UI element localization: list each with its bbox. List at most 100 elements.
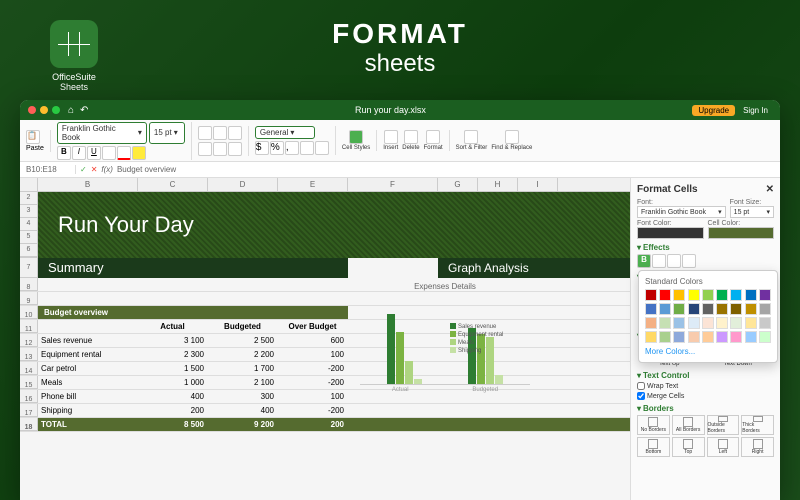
border-button[interactable]: Thick Borders [741, 415, 774, 435]
color-swatch[interactable] [673, 331, 685, 343]
align-mid-button[interactable] [213, 126, 227, 140]
border-button[interactable]: All Borders [672, 415, 705, 435]
color-swatch[interactable] [716, 317, 728, 329]
upgrade-button[interactable]: Upgrade [692, 105, 735, 116]
find-button[interactable]: Find & Replace [491, 130, 532, 151]
comma-button[interactable]: , [285, 141, 299, 155]
color-swatch[interactable] [716, 303, 728, 315]
sb-font-select[interactable]: Franklin Gothic Book▾ [637, 206, 726, 218]
align-center-button[interactable] [213, 142, 227, 156]
close-icon[interactable] [28, 106, 36, 114]
color-swatch[interactable] [716, 331, 728, 343]
numformat-select[interactable]: General▾ [255, 126, 315, 139]
strike-button[interactable] [102, 146, 116, 160]
align-top-button[interactable] [198, 126, 212, 140]
sb-fontcolor[interactable] [637, 227, 704, 239]
border-button[interactable]: Top [672, 437, 705, 457]
color-swatch[interactable] [745, 331, 757, 343]
insert-button[interactable]: Insert [383, 130, 398, 151]
wrap-checkbox[interactable] [637, 382, 645, 390]
undo-icon[interactable]: ↶ [80, 105, 88, 116]
formula-input[interactable]: Budget overview [117, 165, 176, 174]
color-swatch[interactable] [702, 317, 714, 329]
home-icon[interactable]: ⌂ [68, 105, 74, 116]
color-swatch[interactable] [730, 317, 742, 329]
color-swatch[interactable] [745, 317, 757, 329]
color-swatch[interactable] [645, 331, 657, 343]
signin-button[interactable]: Sign In [739, 105, 772, 116]
color-swatch[interactable] [688, 289, 700, 301]
cancel-icon[interactable]: ✕ [91, 165, 98, 174]
border-button[interactable]: Right [741, 437, 774, 457]
color-swatch[interactable] [702, 303, 714, 315]
color-swatch[interactable] [645, 303, 657, 315]
delete-button[interactable]: Delete [402, 130, 419, 151]
sb-bold[interactable]: B [637, 254, 651, 268]
color-swatch[interactable] [659, 331, 671, 343]
color-swatch[interactable] [745, 303, 757, 315]
align-left-button[interactable] [198, 142, 212, 156]
confirm-icon[interactable]: ✓ [80, 165, 87, 174]
close-panel-icon[interactable]: ✕ [766, 184, 774, 195]
table-row[interactable]: 12Sales revenue3 1002 500600 [20, 334, 630, 348]
sb-italic[interactable] [652, 254, 666, 268]
maximize-icon[interactable] [52, 106, 60, 114]
color-swatch[interactable] [759, 317, 771, 329]
paste-button[interactable]: 📋 [26, 130, 44, 144]
percent-button[interactable]: % [270, 141, 284, 155]
table-row[interactable]: 16Phone bill400300100 [20, 390, 630, 404]
cellstyles-button[interactable]: Cell Styles [342, 130, 370, 151]
color-swatch[interactable] [759, 289, 771, 301]
border-button[interactable]: Outside Borders [707, 415, 740, 435]
sb-underline[interactable] [667, 254, 681, 268]
color-swatch[interactable] [645, 317, 657, 329]
chevron-down-icon[interactable]: ▾ [637, 243, 641, 252]
currency-button[interactable]: $ [255, 141, 269, 155]
border-button[interactable]: Bottom [637, 437, 670, 457]
color-swatch[interactable] [716, 289, 728, 301]
cell-reference[interactable]: B10:E18 [26, 165, 76, 174]
sb-strike[interactable] [682, 254, 696, 268]
color-swatch[interactable] [673, 289, 685, 301]
color-swatch[interactable] [673, 317, 685, 329]
border-button[interactable]: Left [707, 437, 740, 457]
sb-cellcolor[interactable] [708, 227, 775, 239]
merge-checkbox[interactable] [637, 392, 645, 400]
table-row[interactable]: 17Shipping200400-200 [20, 404, 630, 418]
align-bot-button[interactable] [228, 126, 242, 140]
color-swatch[interactable] [659, 303, 671, 315]
table-row[interactable]: 15Meals1 0002 100-200 [20, 376, 630, 390]
border-button[interactable]: No Borders [637, 415, 670, 435]
color-swatch[interactable] [659, 289, 671, 301]
bold-button[interactable]: B [57, 146, 71, 160]
color-swatch[interactable] [730, 303, 742, 315]
color-swatch[interactable] [702, 331, 714, 343]
table-row[interactable]: 13Equipment rental2 3002 200100 [20, 348, 630, 362]
color-swatch[interactable] [759, 303, 771, 315]
dec-decimal-button[interactable] [315, 141, 329, 155]
color-swatch[interactable] [688, 317, 700, 329]
italic-button[interactable]: I [72, 146, 86, 160]
color-swatch[interactable] [688, 331, 700, 343]
color-swatch[interactable] [645, 289, 657, 301]
sort-button[interactable]: Sort & Filter [456, 130, 488, 151]
color-swatch[interactable] [759, 331, 771, 343]
align-right-button[interactable] [228, 142, 242, 156]
font-select[interactable]: Franklin Gothic Book▾ [57, 122, 147, 144]
color-swatch[interactable] [673, 303, 685, 315]
fontsize-select[interactable]: 15 pt▾ [149, 122, 185, 144]
underline-button[interactable]: U [87, 146, 101, 160]
table-row[interactable]: 14Car petrol1 5001 700-200 [20, 362, 630, 376]
fontcolor-button[interactable] [117, 146, 131, 160]
color-swatch[interactable] [745, 289, 757, 301]
fillcolor-button[interactable] [132, 146, 146, 160]
more-colors-button[interactable]: More Colors... [645, 347, 771, 356]
color-swatch[interactable] [688, 303, 700, 315]
minimize-icon[interactable] [40, 106, 48, 114]
inc-decimal-button[interactable] [300, 141, 314, 155]
color-swatch[interactable] [730, 331, 742, 343]
sb-size-select[interactable]: 15 pt▾ [730, 206, 774, 218]
spreadsheet[interactable]: BCDEFGHI 23456Run Your Day 7SummaryGraph… [20, 178, 630, 500]
color-swatch[interactable] [702, 289, 714, 301]
format-button[interactable]: Format [424, 130, 443, 151]
